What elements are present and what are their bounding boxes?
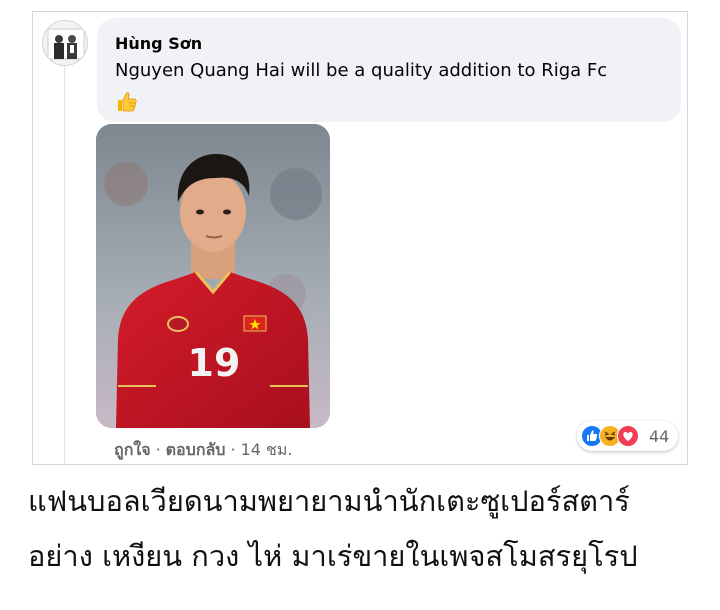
thread-line [64, 66, 65, 466]
comment-text: Nguyen Quang Hai will be a quality addit… [115, 60, 608, 81]
reaction-count: 44 [649, 427, 670, 446]
reactions-summary[interactable]: 44 [577, 421, 678, 451]
comment-photo[interactable]: 19 [96, 124, 330, 428]
comment-timestamp[interactable]: 14 ชม. [241, 438, 293, 463]
love-reaction-icon [617, 425, 639, 447]
caption-line-2: อย่าง เหงียน กวง ไห่ มาเร่ขายในเพจสโมสรย… [28, 539, 638, 573]
separator-dot: · [155, 440, 161, 459]
separator-dot: · [230, 440, 236, 459]
jersey-number: 19 [188, 341, 241, 385]
reply-link[interactable]: ตอบกลับ [166, 438, 226, 463]
comment-actions: ถูกใจ · ตอบกลับ · 14 ชม. [114, 438, 293, 463]
thumbs-up-emoji-icon [115, 90, 139, 114]
comment-bubble: Hùng Sơn Nguyen Quang Hai will be a qual… [97, 18, 681, 122]
caption-line-1: แฟนบอลเวียดนามพยายามนำนักเตะซูเปอร์สตาร์ [28, 484, 630, 518]
avatar[interactable] [42, 20, 88, 66]
like-link[interactable]: ถูกใจ [114, 438, 151, 463]
comment-author[interactable]: Hùng Sơn [115, 34, 202, 53]
